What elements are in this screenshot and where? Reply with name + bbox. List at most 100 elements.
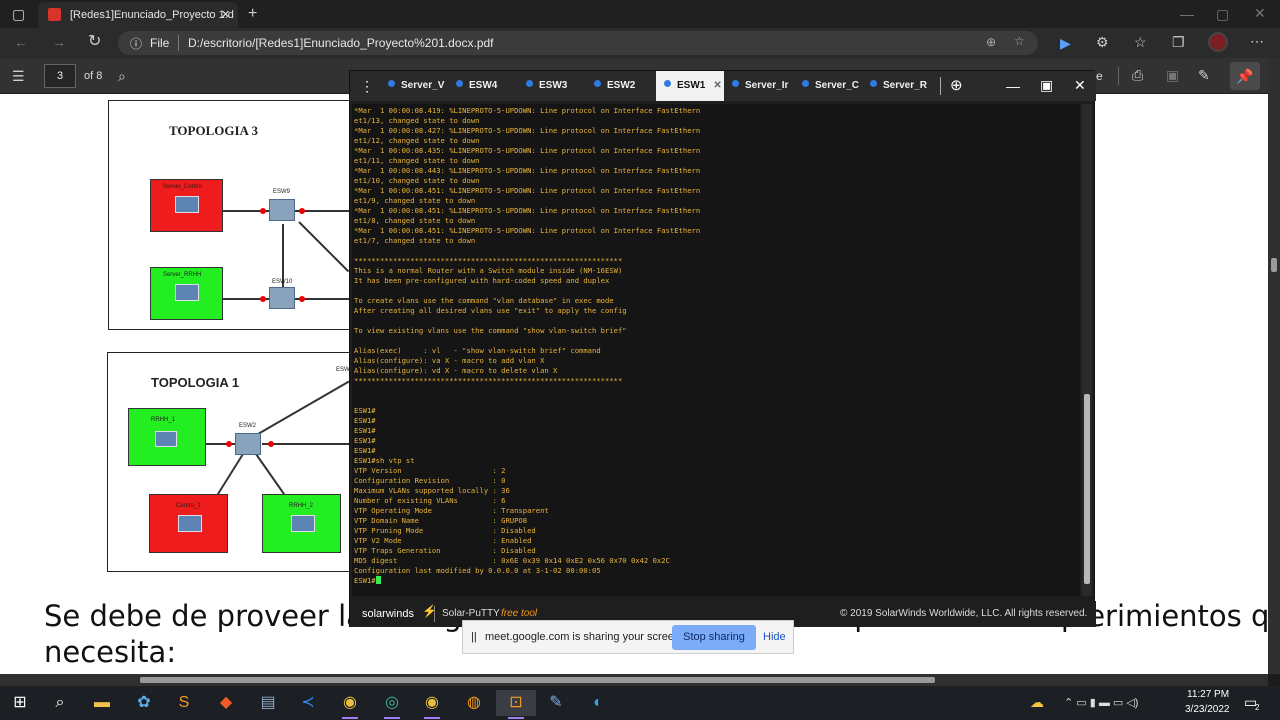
app-icon[interactable]: ◍ <box>454 690 494 716</box>
terminal-scroll-thumb[interactable] <box>1084 394 1090 584</box>
save-icon[interactable]: ▣ <box>1166 68 1179 82</box>
tab-close-icon[interactable]: ✕ <box>713 80 721 91</box>
putty-tab-bar: ⋮ Server_V ESW4 ESW3 ESW2 ESW1 ✕ Server_I… <box>350 71 1096 101</box>
clock-date[interactable]: 3/23/2022 <box>1185 704 1230 715</box>
chrome-icon[interactable]: ◉ <box>330 690 370 719</box>
putty-tab-esw2[interactable]: ESW2 <box>594 71 635 101</box>
brave-icon[interactable]: ◆ <box>206 690 246 716</box>
link-esw9-diagonal <box>298 221 350 273</box>
extension-play-icon[interactable]: ▶ <box>1060 36 1071 50</box>
contents-icon[interactable]: ☰ <box>12 69 25 83</box>
terminal-line: VTP Operating Mode : Transparent <box>354 506 549 515</box>
tray-icons[interactable]: ⌃ ▭ ▮ ▬ ▭ ◁) <box>1064 696 1138 709</box>
screen-sharing-bar: || meet.google.com is sharing your scree… <box>462 620 794 654</box>
terminal-line: VTP Domain Name : GRUPO8 <box>354 516 528 525</box>
search-icon[interactable]: ⌕ <box>118 69 126 83</box>
terminal-cursor <box>375 576 381 584</box>
terminal-scrollbar[interactable] <box>1082 104 1092 596</box>
scroll-thumb[interactable] <box>140 677 935 683</box>
profile-avatar[interactable] <box>1208 32 1228 52</box>
topology3-diagram: TOPOLOGIA 3 Server_Centro ESW9 ESW10 Ser… <box>108 100 353 330</box>
terminal-line: *Mar 1 00:00:08.443: %LINEPROTO-5-UPDOWN… <box>354 166 701 175</box>
info-icon[interactable]: ⓘ <box>130 35 142 52</box>
clock-time[interactable]: 11:27 PM <box>1187 689 1229 700</box>
putty-tab-esw4[interactable]: ESW4 <box>456 71 497 101</box>
putty-minimize-icon[interactable]: — <box>1006 79 1020 93</box>
save-as-icon[interactable]: ✎ <box>1198 68 1210 82</box>
pdf-vertical-scrollbar[interactable] <box>1268 58 1280 674</box>
collections-icon[interactable]: ❐ <box>1172 35 1185 49</box>
terminal-line: et1/13, changed state to down <box>354 116 480 125</box>
sublime-icon[interactable]: S <box>164 690 204 716</box>
favorite-icon[interactable]: ☆ <box>1014 34 1025 48</box>
vscode-icon[interactable]: ≺ <box>288 690 328 716</box>
putty-tab-server-v[interactable]: Server_V <box>388 71 444 101</box>
address-input[interactable]: ⓘ File D:/escritorio/[Redes1]Enunciado_P… <box>118 31 1038 55</box>
rrhh1-node: RRHH_1 <box>128 408 206 466</box>
extensions-icon[interactable]: ⚙ <box>1096 35 1109 49</box>
browser-tab[interactable]: [Redes1]Enunciado_Proyecto 1.d ✕ <box>38 2 238 28</box>
tab-actions-icon[interactable]: ▢ <box>12 7 25 21</box>
back-icon[interactable]: ← <box>14 35 28 49</box>
edge-icon[interactable]: ◐ <box>578 690 618 716</box>
address-prefix: File <box>150 36 170 50</box>
vpcs-icon <box>175 284 199 301</box>
app-icon[interactable]: ▤ <box>248 690 288 716</box>
favorites-icon[interactable]: ☆ <box>1134 35 1147 49</box>
terminal-text: *Mar 1 00:00:08.419: %LINEPROTO-5-UPDOWN… <box>354 106 700 586</box>
tab-close-icon[interactable]: ✕ <box>221 8 230 21</box>
app-icon[interactable]: ✿ <box>124 690 164 716</box>
terminal-line: Alias(configure): va X - macro to add vl… <box>354 356 545 365</box>
edge-dev-icon[interactable]: ◎ <box>372 690 412 719</box>
esw10-switch <box>269 287 295 309</box>
putty-tab-server-r[interactable]: Server_R <box>870 71 927 101</box>
minimize-icon[interactable]: — <box>1180 7 1194 21</box>
search-icon[interactable]: ⌕ <box>40 690 80 716</box>
page-number-input[interactable]: 3 <box>44 64 76 88</box>
terminal-line: et1/7, changed state to down <box>354 236 476 245</box>
forward-icon[interactable]: → <box>52 35 66 49</box>
weather-icon[interactable]: ☁ <box>1030 694 1044 711</box>
stop-sharing-button[interactable]: Stop sharing <box>672 625 756 650</box>
rrhh2-node: RRHH_2 <box>262 494 341 553</box>
putty-tab-esw3[interactable]: ESW3 <box>526 71 567 101</box>
notepad-icon[interactable]: ✎ <box>536 690 576 716</box>
putty-tab-server-c[interactable]: Server_C <box>802 71 859 101</box>
chrome-profile-icon[interactable]: ◉ <box>412 690 452 719</box>
new-session-icon[interactable]: ⊕ <box>950 78 963 93</box>
terminal-line: VTP Traps Generation : Disabled <box>354 546 536 555</box>
print-icon[interactable]: ⎙ <box>1132 68 1143 82</box>
address-bar-row: ← → ↻ ⓘ File D:/escritorio/[Redes1]Enunc… <box>0 28 1280 58</box>
putty-tab-server-ir[interactable]: Server_Ir <box>732 71 788 101</box>
topology1-title: TOPOLOGIA 1 <box>151 375 240 390</box>
terminal-line: *Mar 1 00:00:08.451: %LINEPROTO-5-UPDOWN… <box>354 226 701 235</box>
terminal-output[interactable]: *Mar 1 00:00:08.419: %LINEPROTO-5-UPDOWN… <box>352 104 1080 596</box>
terminal-line: Configuration last modified by 0.0.0.0 a… <box>354 566 601 575</box>
maximize-icon[interactable]: ▢ <box>1216 7 1229 21</box>
new-tab-icon[interactable]: + <box>248 6 257 22</box>
pin-toolbar-button[interactable]: 📌 <box>1230 62 1260 90</box>
terminal-line: et1/11, changed state to down <box>354 156 480 165</box>
solar-putty-icon[interactable]: ⊡ <box>496 690 536 719</box>
close-window-icon[interactable]: ✕ <box>1254 6 1266 20</box>
scroll-thumb[interactable] <box>1271 258 1277 272</box>
link-esw2-up <box>257 380 350 435</box>
link-dot <box>260 296 266 302</box>
hide-button[interactable]: Hide <box>763 625 789 650</box>
terminal-line: Number of existing VLANs : 6 <box>354 496 506 505</box>
terminal-line: *Mar 1 00:00:08.451: %LINEPROTO-5-UPDOWN… <box>354 186 701 195</box>
menu-icon[interactable]: ⋮ <box>360 79 374 93</box>
putty-tab-esw1[interactable]: ESW1 ✕ <box>656 71 724 101</box>
terminal-line: ESW1#sh vtp st <box>354 456 415 465</box>
start-icon[interactable]: ⊞ <box>0 690 40 716</box>
file-explorer-icon[interactable]: ▬ <box>82 690 122 716</box>
more-icon[interactable]: ⋯ <box>1250 34 1264 48</box>
zoom-icon[interactable]: ⊕ <box>986 35 996 49</box>
terminal-line: et1/8, changed state to down <box>354 216 476 225</box>
link-esw2-right <box>262 443 353 445</box>
putty-close-icon[interactable]: ✕ <box>1074 78 1086 92</box>
pdf-horizontal-scrollbar[interactable] <box>0 674 1268 686</box>
refresh-icon[interactable]: ↻ <box>88 34 101 50</box>
putty-maximize-icon[interactable]: ▣ <box>1040 78 1053 92</box>
